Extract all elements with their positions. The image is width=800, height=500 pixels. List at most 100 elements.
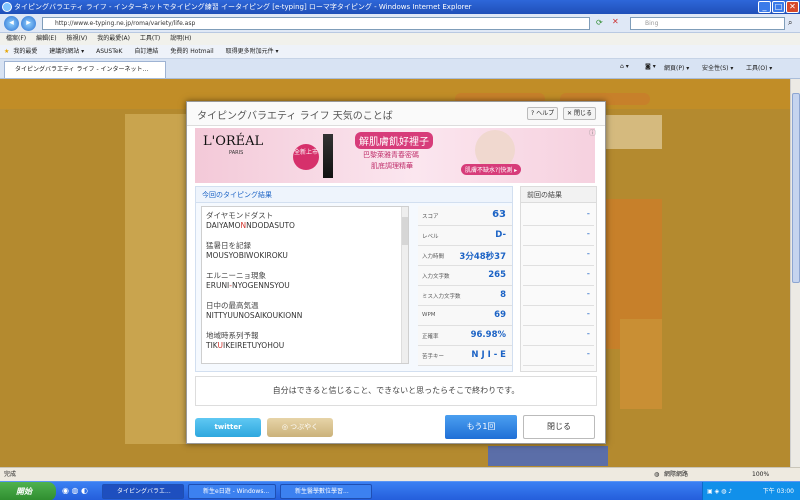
word-japanese: 猛暑日を記録	[206, 241, 251, 250]
prev-value: -	[586, 349, 590, 359]
stat-value: D-	[495, 230, 506, 240]
stat-value: N J I - E	[471, 350, 506, 360]
search-icon[interactable]: ⌕	[788, 18, 792, 28]
dialog-header: タイピングバラエティ ライフ 天気のことば ? ヘルプ ✕ 閉じる	[187, 102, 605, 126]
results-panel: 今回のタイピング結果 ダイヤモンドダスト DAIYAMONNDODASUTO 猛…	[195, 186, 513, 372]
stop-icon[interactable]: ✕	[612, 17, 619, 26]
close-icon: ✕	[567, 110, 574, 117]
fav-custom-links[interactable]: 自訂連結	[134, 48, 158, 55]
prev-value: -	[586, 309, 590, 319]
tweet-button[interactable]: ◎ つぶやく	[267, 418, 333, 437]
mascot-image	[620, 319, 662, 409]
page-scrollbar[interactable]	[790, 79, 800, 467]
prev-value: -	[586, 329, 590, 339]
address-input[interactable]: http://www.e-typing.ne.jp/roma/variety/l…	[42, 17, 590, 30]
stat-row-wpm: WPM 69	[418, 306, 512, 326]
stat-label: 入力文字数	[422, 274, 450, 280]
close-top-button[interactable]: ✕ 閉じる	[563, 107, 596, 120]
minimize-button[interactable]: _	[758, 1, 771, 13]
ad-banner[interactable]: L'ORÉAL PARIS 全新上市 解肌膚飢好裡子 巴黎萊雅青春密碼 肌底調理…	[195, 128, 595, 183]
stat-value: 265	[488, 270, 506, 280]
ad-info-icon[interactable]: ⓘ	[589, 128, 596, 138]
results-header: 今回のタイピング結果	[196, 187, 512, 203]
menu-help[interactable]: 說明(H)	[170, 35, 191, 42]
zoom-level[interactable]: 100%	[752, 468, 769, 481]
word-list-scrollbar[interactable]	[401, 207, 408, 363]
word-list-scroll-thumb[interactable]	[402, 217, 408, 245]
fav-asustek[interactable]: ASUSTeK	[96, 48, 122, 55]
tweet-label: つぶやく	[290, 423, 319, 431]
menu-bar: 檔案(F) 編輯(E) 檢視(V) 我的最愛(A) 工具(T) 說明(H)	[0, 33, 800, 45]
window-title: タイピングバラエティ ライフ - インターネットでタイピング練習 イータイピング…	[14, 3, 472, 11]
prev-row: -	[523, 266, 594, 286]
right-banner	[606, 115, 662, 149]
prev-row: -	[523, 226, 594, 246]
stat-row-accuracy: 正確率 96.98%	[418, 326, 512, 346]
word-japanese: 地域時系列予報	[206, 331, 259, 340]
maximize-button[interactable]: □	[772, 1, 785, 13]
stats-table: スコア 63 レベル D- 入力時間 3分48秒37 入力文字数 265 ミス入力文字数…	[418, 206, 512, 366]
home-icon[interactable]: ⌂ ▾	[620, 63, 629, 70]
word-japanese: エルニーニョ現象	[206, 271, 266, 280]
fav-suggested-sites[interactable]: 建議的網站 ▾	[49, 48, 84, 55]
stat-row-weak-keys: 苦手キー N J I - E	[418, 346, 512, 366]
command-tools[interactable]: 工具(O) ▾	[746, 63, 772, 72]
refresh-icon[interactable]: ⟳	[596, 18, 603, 27]
list-item: エルニーニョ現象 ERUNI-NYOGENNSYOU	[206, 271, 290, 291]
ad-cta[interactable]: 肌膚不缺水?|快測 ▸	[461, 164, 522, 175]
prev-row: -	[523, 286, 594, 306]
stat-row-chars: 入力文字数 265	[418, 266, 512, 286]
ad-badge: 全新上市	[293, 144, 319, 170]
back-button[interactable]: ◂	[4, 16, 19, 31]
left-column	[125, 114, 190, 444]
quicklaunch-icons[interactable]: ◉ ◍ ◐	[62, 486, 88, 495]
fav-addons[interactable]: 取得更多附加元件 ▾	[226, 48, 279, 55]
close-button[interactable]: 閉じる	[523, 415, 595, 439]
twitter-button[interactable]: twitter	[195, 418, 261, 437]
tab-row: タイピングバラエティ ライフ - インターネット... ⌂ ▾ ◙ ▾ 網頁(P…	[0, 59, 800, 79]
favorites-bar: ★ 我的最愛 建議的網站 ▾ ASUSTeK 自訂連結 免費的 Hotmail …	[0, 45, 800, 59]
tab-current[interactable]: タイピングバラエティ ライフ - インターネット...	[4, 61, 166, 78]
previous-header: 前回の結果	[521, 187, 596, 203]
task-medical[interactable]: 新生醫學數位學習...	[280, 484, 372, 499]
romaji-part: MOUSYOBIWOKIROKU	[206, 251, 288, 260]
zone-text: 網際網路	[664, 471, 689, 478]
result-dialog: タイピングバラエティ ライフ 天気のことば ? ヘルプ ✕ 閉じる L'ORÉA…	[186, 101, 606, 444]
forward-button[interactable]: ▸	[21, 16, 36, 31]
quote-text: 自分はできると信じること、できないと思ったらそこで終わりです。	[195, 376, 597, 406]
task-windows[interactable]: 新生e日遊 - Windows...	[188, 484, 276, 499]
dialog-title: タイピングバラエティ ライフ 天気のことば	[197, 111, 393, 122]
help-label: ヘルプ	[536, 110, 555, 117]
start-button[interactable]: 開始	[0, 482, 56, 500]
previous-values: - - - - - - - -	[521, 206, 596, 366]
retry-button[interactable]: もう1回	[445, 415, 517, 439]
rss-icon[interactable]: ◙ ▾	[645, 63, 656, 70]
window-titlebar: タイピングバラエティ ライフ - インターネットでタイピング練習 イータイピング…	[0, 0, 800, 14]
globe-icon: ◍	[654, 471, 660, 478]
menu-view[interactable]: 檢視(V)	[66, 35, 87, 42]
task-typing[interactable]: タイピングバラエ...	[102, 484, 184, 499]
close-top-label: 閉じる	[573, 110, 592, 117]
menu-edit[interactable]: 編輯(E)	[36, 35, 56, 42]
word-romaji: TIKUIKEIRETUYOHOU	[206, 341, 284, 351]
romaji-part: IKEIRETUYOHOU	[223, 341, 285, 350]
tray-icons[interactable]: ▣ ◈ ◍ ♪	[703, 482, 732, 500]
menu-tools[interactable]: 工具(T)	[140, 35, 160, 42]
list-item: 猛暑日を記録 MOUSYOBIWOKIROKU	[206, 241, 288, 261]
romaji-part: NYOGENNSYOU	[231, 281, 290, 290]
menu-file[interactable]: 檔案(F)	[6, 35, 26, 42]
help-button[interactable]: ? ヘルプ	[527, 107, 559, 120]
status-bar: 完成 ◍ 網際網路 100%	[0, 467, 800, 481]
list-item: 地域時系列予報 TIKUIKEIRETUYOHOU	[206, 331, 284, 351]
menu-favorites[interactable]: 我的最愛(A)	[97, 35, 130, 42]
command-safety[interactable]: 安全性(S) ▾	[702, 63, 733, 72]
fav-hotmail[interactable]: 免費的 Hotmail	[170, 48, 213, 55]
word-romaji: MOUSYOBIWOKIROKU	[206, 251, 288, 261]
close-window-button[interactable]: ✕	[786, 1, 799, 13]
search-input[interactable]: Bing	[630, 17, 785, 30]
command-page[interactable]: 網頁(P) ▾	[664, 63, 689, 72]
list-item: ダイヤモンドダスト DAIYAMONNDODASUTO	[206, 211, 295, 231]
favorites-button[interactable]: 我的最愛	[13, 48, 37, 55]
scrollbar-thumb[interactable]	[792, 93, 800, 283]
stat-label: 入力時間	[422, 254, 445, 260]
